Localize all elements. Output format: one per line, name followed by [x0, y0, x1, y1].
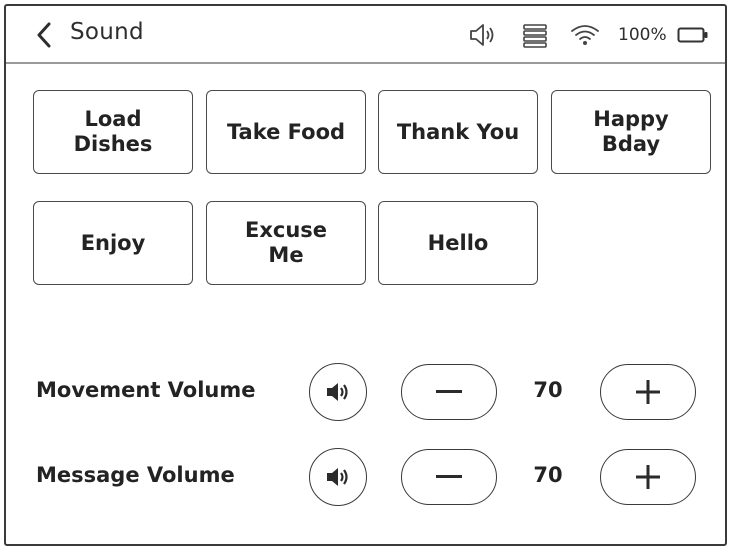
plus-icon	[636, 465, 660, 489]
plus-icon	[636, 380, 660, 404]
message-volume-test-button[interactable]	[309, 448, 367, 506]
movement-volume-increase-button[interactable]	[600, 364, 696, 420]
phrase-button-excuse-me[interactable]: Excuse Me	[206, 201, 366, 285]
speaker-icon	[327, 383, 348, 401]
screen-frame: Sound 100% Load Dishes Take Food Thank Y…	[4, 4, 727, 546]
message-volume-value: 70	[533, 463, 563, 487]
menu-icon	[521, 20, 549, 50]
phrase-button-happy-bday[interactable]: Happy Bday	[551, 90, 711, 174]
message-volume-label: Message Volume	[36, 463, 235, 487]
movement-volume-value: 70	[533, 378, 563, 402]
movement-volume-decrease-button[interactable]	[401, 364, 497, 420]
phrase-button-load-dishes[interactable]: Load Dishes	[33, 90, 193, 174]
back-button[interactable]	[32, 21, 56, 49]
minus-icon	[436, 475, 462, 478]
phrase-button-enjoy[interactable]: Enjoy	[33, 201, 193, 285]
phrase-button-hello[interactable]: Hello	[378, 201, 538, 285]
speaker-icon	[327, 468, 348, 486]
phrase-button-take-food[interactable]: Take Food	[206, 90, 366, 174]
movement-volume-test-button[interactable]	[309, 363, 367, 421]
top-bar: Sound 100%	[6, 6, 725, 64]
page-title: Sound	[70, 19, 144, 45]
minus-icon	[436, 390, 462, 393]
message-volume-increase-button[interactable]	[600, 449, 696, 505]
speaker-icon	[468, 20, 498, 50]
message-volume-decrease-button[interactable]	[401, 449, 497, 505]
battery-status: 100%	[618, 20, 709, 50]
back-chevron-icon	[37, 22, 51, 48]
wifi-icon	[569, 20, 601, 50]
battery-percent: 100%	[618, 25, 667, 45]
battery-icon	[677, 27, 708, 43]
phrase-button-thank-you[interactable]: Thank You	[378, 90, 538, 174]
movement-volume-label: Movement Volume	[36, 378, 256, 402]
